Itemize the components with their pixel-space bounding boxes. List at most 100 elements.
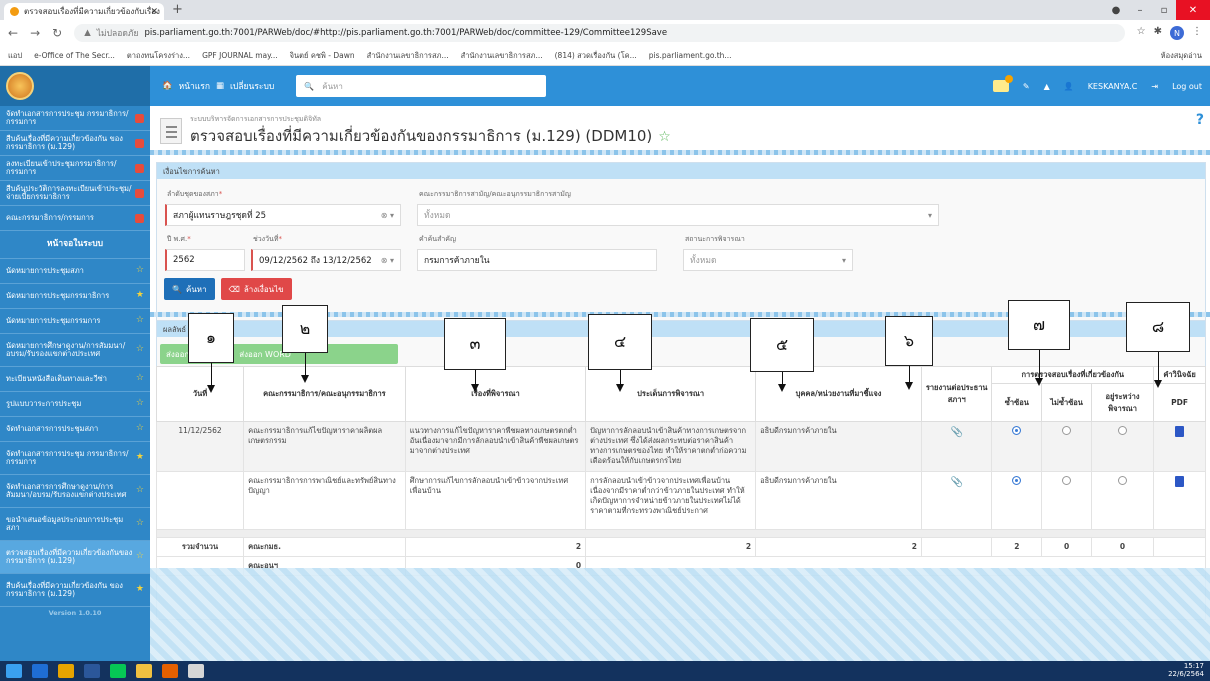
horizontal-scrollbar[interactable] (156, 528, 1206, 538)
home-icon[interactable]: 🏠 (162, 81, 173, 91)
close-window-icon[interactable]: ✕ (1176, 0, 1210, 20)
folder-icon[interactable] (136, 664, 152, 678)
star-icon[interactable]: ☆ (136, 398, 144, 409)
dup-radio[interactable] (1012, 475, 1022, 485)
col-date[interactable]: วันที่ (155, 366, 245, 422)
bookmark-item[interactable]: ตาถงทนโครงร่าง... (127, 50, 190, 62)
logout-icon[interactable]: ⇥ (1151, 82, 1158, 91)
col-person[interactable]: บุคคล/หน่วยงานที่มาชี้แจง (755, 366, 922, 422)
pending-radio[interactable] (1118, 426, 1128, 435)
sidebar-item[interactable]: นัดหมายการศึกษาดูงาน/การสัมมนา/อบรม/รับร… (0, 334, 150, 367)
extension-icon[interactable]: ✱ (1154, 26, 1162, 40)
star-icon[interactable]: ☆ (136, 315, 144, 326)
table-row[interactable]: 11/12/2562 คณะกรรมาธิการแก้ไขปัญหาราคาผล… (155, 421, 1206, 472)
sidebar-item[interactable]: ขอนำเสนอข้อมูลประกอบการประชุมสภา ☆ (0, 508, 150, 541)
sidebar-item[interactable]: รูปแบบวาระการประชุม ☆ (0, 392, 150, 417)
clear-button[interactable]: ⌫ ล้างเงื่อนไข (220, 278, 292, 300)
attachment-icon[interactable]: 📎 (950, 477, 962, 488)
col-subject[interactable]: เรื่องที่พิจารณา (404, 366, 587, 422)
app-logo[interactable] (0, 66, 150, 106)
sidebar-item[interactable]: จัดทำเอกสารการศึกษาดูงาน/การสัมมนา/อบรม/… (0, 475, 150, 508)
star-icon[interactable]: ☆ (136, 551, 144, 562)
firefox-icon[interactable] (162, 664, 178, 678)
date-range-input[interactable]: 09/12/2562 ถึง 13/12/2562 ⊗ ▾ (251, 249, 401, 271)
word-icon[interactable] (84, 664, 100, 678)
star-icon[interactable]: ☆ (136, 485, 144, 496)
status-select[interactable]: ทั้งหมด ▾ (683, 249, 853, 271)
forward-icon[interactable]: → (30, 26, 40, 40)
year-input[interactable]: 2562 (165, 249, 245, 271)
chrome-icon[interactable] (58, 664, 74, 678)
new-tab-icon[interactable]: + (172, 2, 183, 17)
export-excel-button[interactable]: ส่งออก (166, 348, 189, 361)
star-icon[interactable]: ★ (136, 452, 144, 463)
sidebar-item[interactable]: สืบค้นเรื่องที่มีความเกี่ยวข้องกัน ของกร… (0, 574, 150, 607)
nodup-radio[interactable] (1062, 426, 1072, 435)
sidebar-item-active[interactable]: ตรวจสอบเรื่องที่มีความเกี่ยวข้องกันของกร… (0, 541, 150, 574)
reload-icon[interactable]: ↻ (52, 26, 62, 40)
bookmark-item[interactable]: สำนักงานเลขาธิการสภ... (367, 50, 449, 62)
sidebar-item[interactable]: จัดทำเอกสารการประชุม กรรมาธิการ/กรรมการ ★ (0, 442, 150, 475)
col-issue[interactable]: ประเด็นการพิจารณา (585, 366, 757, 422)
table-row[interactable]: คณะกรรมาธิการการพาณิชย์และทรัพย์สินทางปั… (155, 470, 1206, 530)
bookmark-item[interactable]: pis.parliament.go.th... (649, 51, 732, 60)
star-icon[interactable]: ★ (136, 584, 144, 595)
url-field[interactable]: ▲ ไม่ปลอดภัย pis.parliament.go.th:7001/PAR… (74, 24, 1125, 42)
user-icon[interactable]: 👤 (1064, 82, 1074, 91)
user-name[interactable]: KESKANYA.C (1088, 82, 1138, 91)
edit-icon[interactable]: ✎ (1023, 82, 1030, 91)
sidebar-item[interactable]: สืบค้นประวัติการลงทะเบียนเข้าประชุม/จ่าย… (0, 181, 150, 206)
col-committee[interactable]: คณะกรรมาธิการ/คณะอนุกรรมาธิการ (243, 366, 406, 422)
star-icon[interactable]: ★ (136, 290, 144, 301)
minimize-icon[interactable]: – (1128, 0, 1152, 20)
favorite-star-icon[interactable]: ☆ (658, 129, 671, 145)
sidebar-item[interactable]: จัดทำเอกสารการประชุมสภา ☆ (0, 417, 150, 442)
search-button[interactable]: 🔍 ค้นหา (164, 278, 215, 300)
bookmark-item[interactable]: จินตย์ คชพิ - Dawn (290, 50, 355, 62)
profile-avatar[interactable]: N (1170, 26, 1184, 40)
alert-icon[interactable]: ▲ (1044, 82, 1050, 91)
sidebar-item[interactable]: นัดหมายการประชุมสภา ☆ (0, 259, 150, 284)
star-icon[interactable]: ☆ (136, 373, 144, 384)
browser-tab[interactable]: ตรวจสอบเรื่องที่มีความเกี่ยวข้องกับเรื่อ… (4, 3, 164, 20)
sidebar-item[interactable]: ลงทะเบียนเข้าประชุมกรรมาธิการ/กรรมการ (0, 156, 150, 181)
star-icon[interactable]: ☆ (136, 423, 144, 434)
sidebar-item[interactable]: นัดหมายการประชุมกรรมการ ☆ (0, 309, 150, 334)
keyword-input[interactable]: กรมการค้าภายใน (417, 249, 657, 271)
nodup-radio[interactable] (1062, 475, 1072, 485)
bookmark-item[interactable]: สำนักงานเลขาธิการสภ... (461, 50, 543, 62)
windows-start-icon[interactable] (6, 664, 22, 678)
home-link[interactable]: หน้าแรก (179, 79, 210, 93)
change-system-link[interactable]: เปลี่ยนระบบ (230, 79, 274, 93)
session-select[interactable]: สภาผู้แทนราษฎรชุดที่ 25 ⊗ ▾ (165, 204, 401, 226)
line-icon[interactable] (110, 664, 126, 678)
bookmark-item[interactable]: (814) สวดเรื่องกัน (โค... (555, 50, 637, 62)
help-icon[interactable]: ? (1196, 112, 1204, 128)
star-icon[interactable]: ☆ (136, 518, 144, 529)
pending-radio[interactable] (1118, 475, 1128, 485)
menu-icon[interactable]: ⋮ (1192, 26, 1202, 40)
bookmark-item[interactable]: GPF JOURNAL may... (202, 51, 278, 60)
pdf-icon[interactable] (1175, 475, 1185, 487)
paint-icon[interactable] (188, 664, 204, 678)
clear-icon[interactable]: ⊗ ▾ (381, 211, 394, 220)
col-report[interactable]: รายงานต่อประธานสภาฯ (920, 366, 993, 422)
clear-icon[interactable]: ⊗ ▾ (381, 256, 394, 265)
back-icon[interactable]: ← (8, 26, 18, 40)
sidebar-item[interactable]: สืบค้นเรื่องที่มีความเกี่ยวข้องกัน ของกร… (0, 131, 150, 156)
sidebar-item[interactable]: นัดหมายการประชุมกรรมาธิการ ★ (0, 284, 150, 309)
header-search-input[interactable]: 🔍 ค้นหา (296, 75, 547, 97)
dup-radio[interactable] (1012, 426, 1022, 435)
star-icon[interactable]: ☆ (136, 344, 144, 355)
committee-select[interactable]: ทั้งหมด ▾ (417, 204, 939, 226)
sidebar-item[interactable]: ทะเบียนหนังสือเดินทางและวีซ่า ☆ (0, 367, 150, 392)
maximize-icon[interactable]: ▫ (1152, 0, 1176, 20)
reading-list[interactable]: ห้องสมุดอ่าน (1161, 50, 1202, 62)
grid-icon[interactable]: ▦ (216, 81, 224, 91)
ie-icon[interactable] (32, 664, 48, 678)
star-icon[interactable]: ☆ (136, 265, 144, 276)
sidebar-item[interactable]: คณะกรรมาธิการ/กรรมการ (0, 206, 150, 231)
mail-icon[interactable] (992, 75, 1013, 92)
tab-close-icon[interactable]: ✕ (150, 7, 158, 17)
logout-link[interactable]: Log out (1172, 82, 1202, 91)
